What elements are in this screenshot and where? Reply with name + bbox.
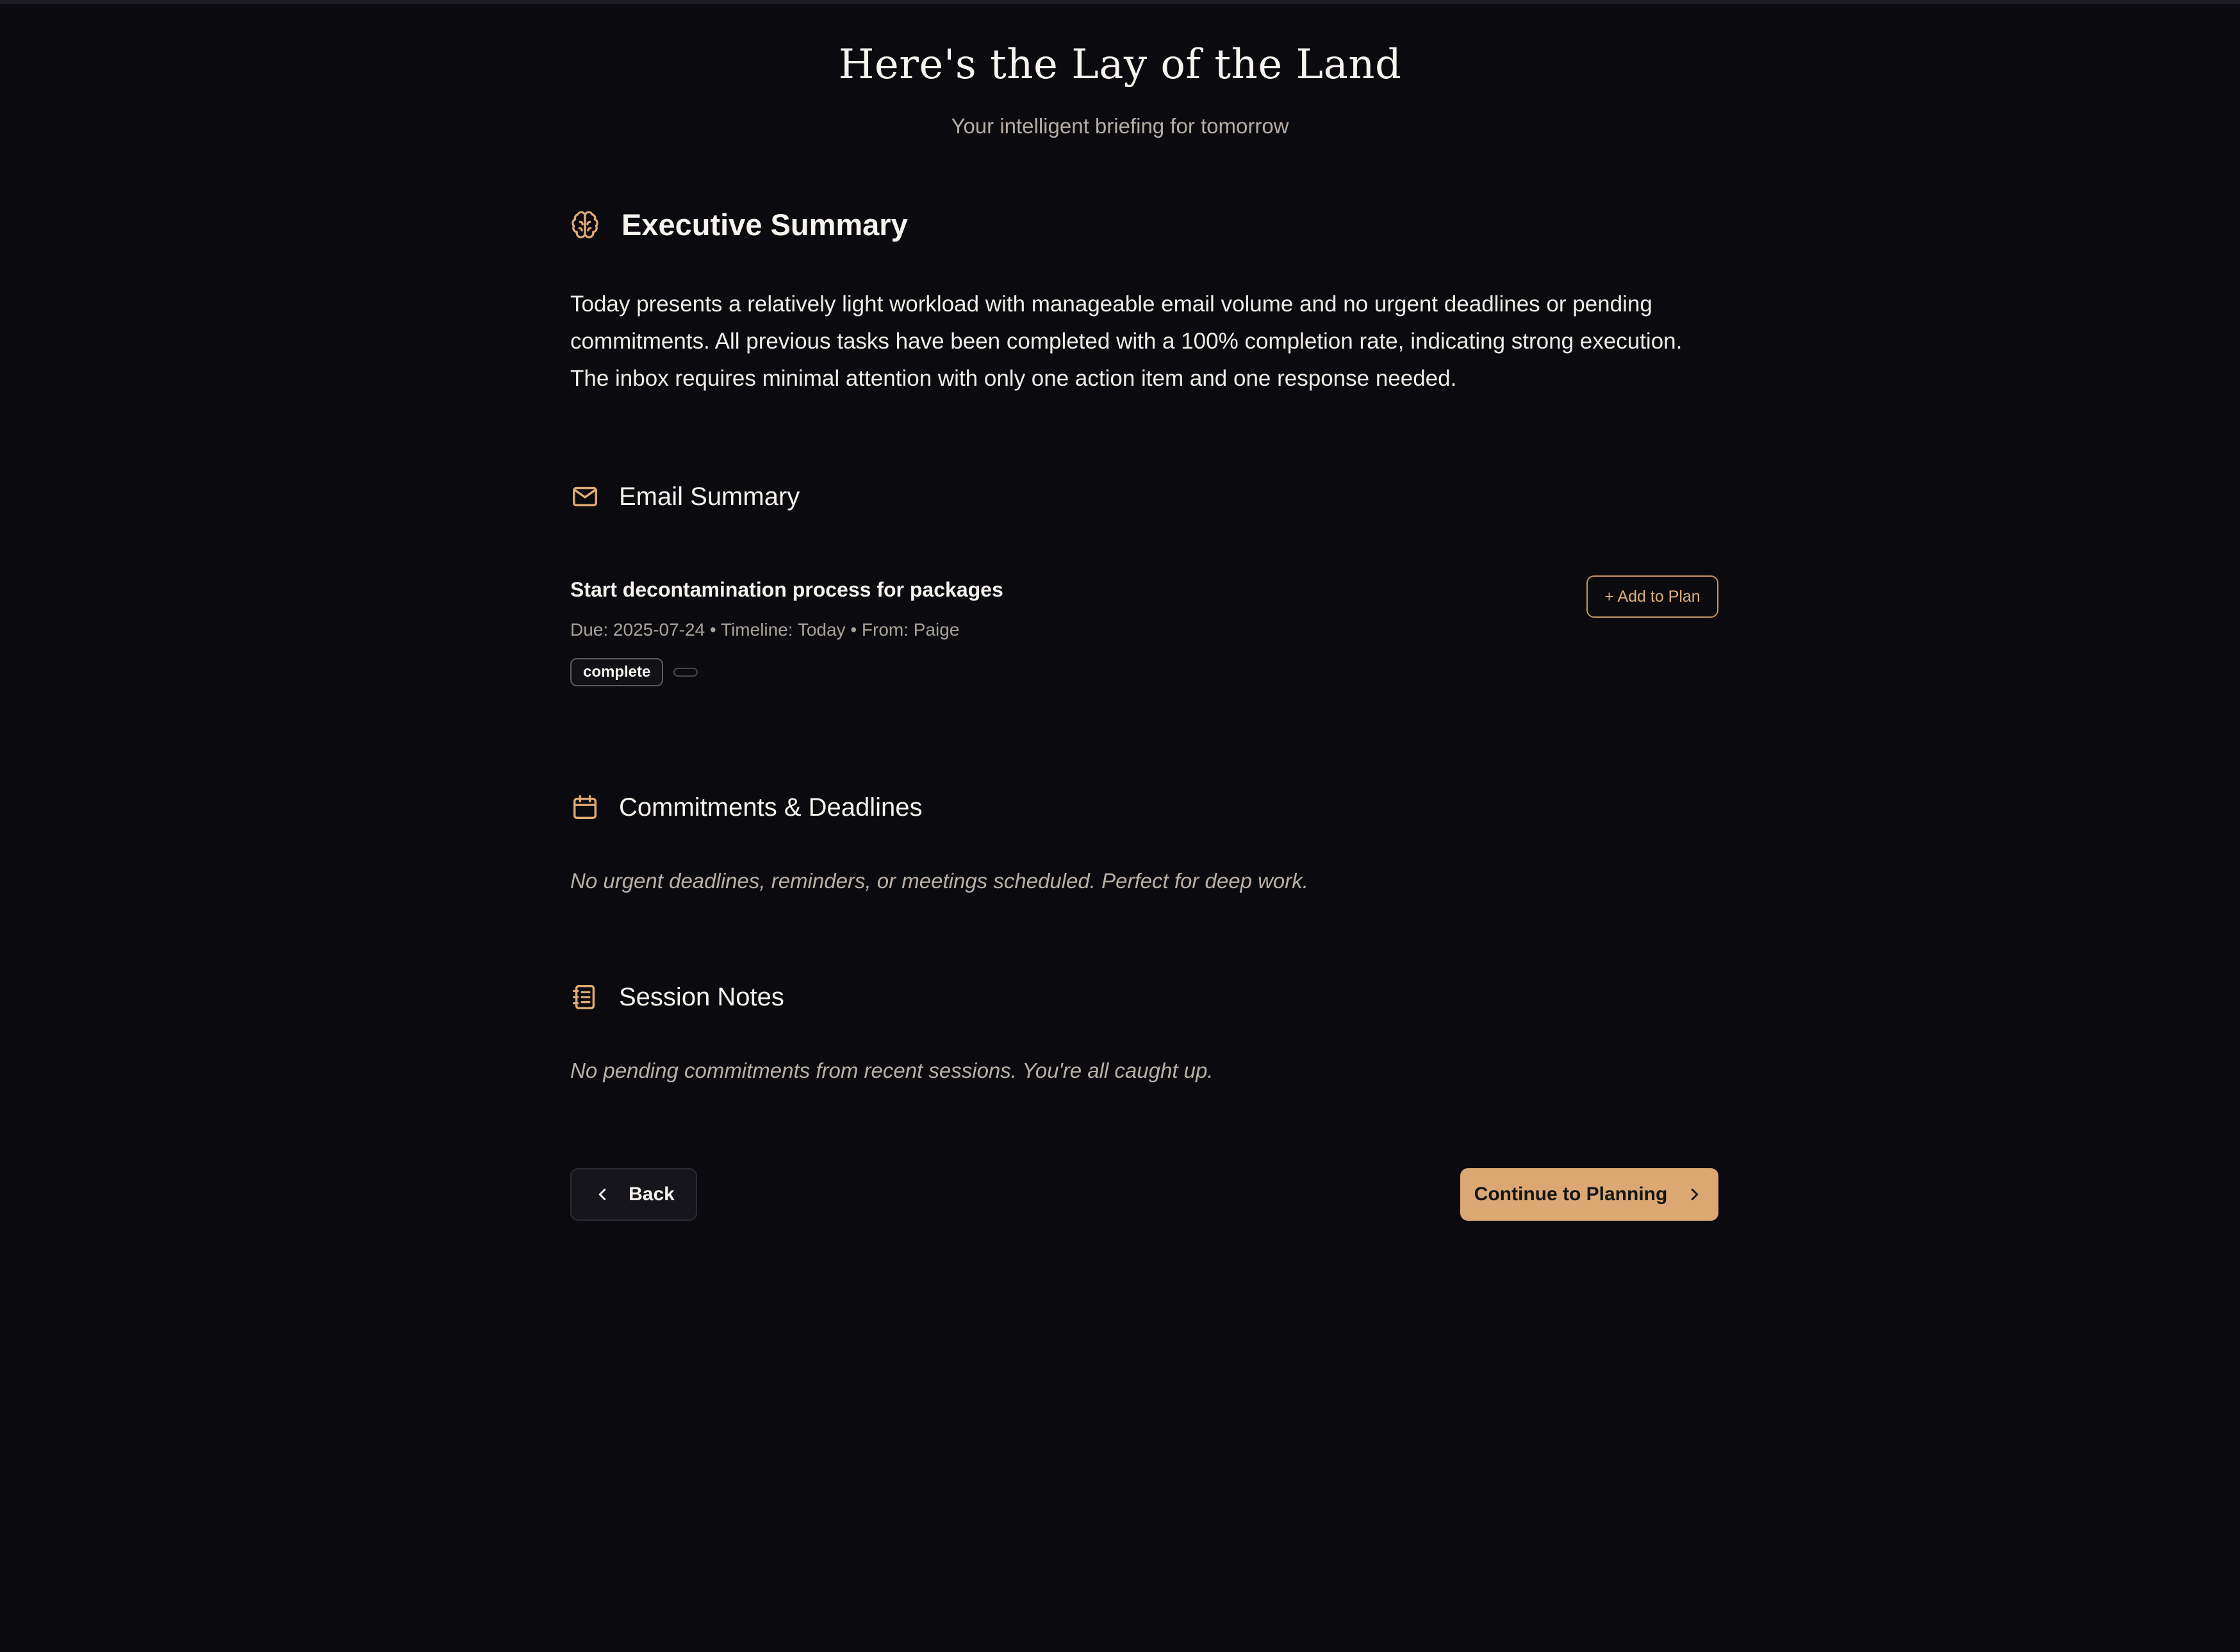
back-button-label: Back [629, 1184, 675, 1205]
email-item-badges: complete [570, 658, 698, 686]
empty-badge [673, 668, 698, 677]
top-border [0, 0, 2240, 4]
email-item-title: Start decontamination process for packag… [570, 578, 1003, 601]
commitments-title: Commitments & Deadlines [619, 793, 923, 822]
page-title: Here's the Lay of the Land [838, 41, 1402, 88]
session-notes-note: No pending commitments from recent sessi… [570, 1059, 1214, 1082]
status-badge: complete [570, 658, 664, 686]
add-to-plan-button[interactable]: + Add to Plan [1586, 575, 1718, 618]
mail-icon [570, 482, 600, 511]
continue-button-label: Continue to Planning [1474, 1184, 1668, 1205]
back-button[interactable]: Back [570, 1168, 697, 1221]
email-item-meta: Due: 2025-07-24 • Timeline: Today • From… [570, 620, 960, 640]
executive-summary-text: Today presents a relatively light worklo… [570, 292, 1683, 391]
chevron-left-icon [593, 1185, 612, 1204]
notebook-icon [570, 982, 600, 1012]
commitments-header: Commitments & Deadlines [570, 793, 923, 822]
email-summary-title: Email Summary [619, 482, 800, 511]
chevron-right-icon [1685, 1185, 1704, 1204]
session-notes-title: Session Notes [619, 982, 784, 1011]
email-summary-header: Email Summary [570, 482, 800, 511]
executive-summary-header: Executive Summary [570, 207, 908, 242]
commitments-note: No urgent deadlines, reminders, or meeti… [570, 869, 1308, 893]
executive-summary-title: Executive Summary [622, 208, 908, 242]
brain-icon [570, 210, 600, 240]
session-notes-header: Session Notes [570, 982, 784, 1012]
continue-to-planning-button[interactable]: Continue to Planning [1460, 1168, 1718, 1221]
calendar-icon [570, 793, 600, 822]
page-subtitle: Your intelligent briefing for tomorrow [951, 114, 1289, 138]
